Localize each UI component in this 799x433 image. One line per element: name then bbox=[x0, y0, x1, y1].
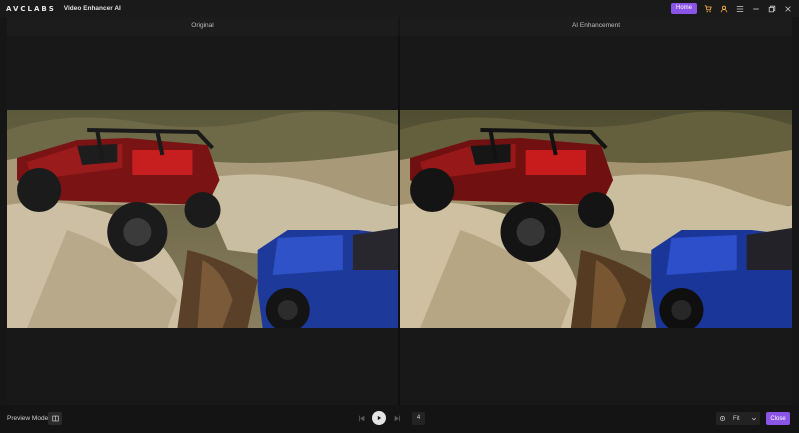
close-button[interactable]: Close bbox=[766, 412, 790, 425]
titlebar-controls: Home bbox=[670, 3, 793, 14]
minimize-icon[interactable] bbox=[751, 4, 761, 14]
original-video-frame bbox=[7, 110, 398, 328]
title-bar: AVCLABS Video Enhancer AI Home bbox=[0, 0, 799, 17]
skip-back-icon bbox=[358, 415, 364, 421]
cart-icon[interactable] bbox=[703, 4, 713, 14]
enhanced-panel-title: AI Enhancement bbox=[571, 22, 621, 29]
frame-counter[interactable]: 4 bbox=[412, 411, 425, 425]
enhanced-panel-header: AI Enhancement bbox=[400, 17, 792, 36]
enhanced-video-frame bbox=[400, 110, 792, 328]
split-view-icon bbox=[51, 415, 59, 422]
preview-mode-button[interactable] bbox=[48, 412, 62, 425]
chevron-down-icon bbox=[750, 415, 757, 422]
playback-controls: 4 bbox=[356, 411, 425, 425]
zoom-dropdown[interactable]: Fit bbox=[716, 412, 760, 425]
play-icon bbox=[377, 415, 382, 421]
original-panel-header: Original bbox=[7, 17, 398, 36]
comparison-area: Original AI Enhancement bbox=[0, 17, 799, 405]
user-icon[interactable] bbox=[719, 4, 729, 14]
app-name: Video Enhancer AI bbox=[63, 5, 121, 12]
original-panel-title: Original bbox=[191, 22, 214, 29]
zoom-value: Fit bbox=[733, 415, 740, 422]
maximize-icon[interactable] bbox=[767, 4, 777, 14]
next-frame-button[interactable] bbox=[392, 413, 402, 423]
previous-frame-button[interactable] bbox=[356, 413, 366, 423]
preview-mode-label: Preview Mode bbox=[7, 415, 49, 422]
zoom-icon bbox=[716, 412, 729, 425]
close-icon[interactable] bbox=[783, 4, 793, 14]
original-panel: Original bbox=[7, 17, 398, 405]
skip-forward-icon bbox=[394, 415, 400, 421]
home-button[interactable]: Home bbox=[670, 3, 697, 14]
menu-icon[interactable] bbox=[735, 4, 745, 14]
bottom-bar: Preview Mode 4 Fit Close bbox=[0, 405, 799, 433]
enhanced-panel: AI Enhancement bbox=[400, 17, 792, 405]
app-logo: AVCLABS bbox=[6, 4, 56, 13]
play-button[interactable] bbox=[372, 411, 386, 425]
